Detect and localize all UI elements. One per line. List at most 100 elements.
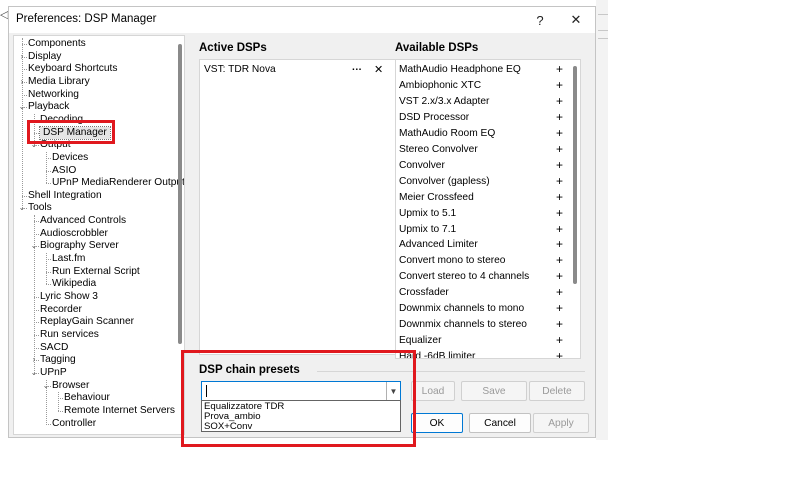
tree-item-label: DSP Manager — [39, 125, 111, 140]
add-icon[interactable]: + — [556, 285, 563, 299]
chevron-down-icon[interactable]: ⌄ — [30, 240, 38, 252]
save-button[interactable]: Save — [461, 381, 527, 401]
tree-item-label: Advanced Controls — [40, 215, 127, 227]
tree-connector — [46, 423, 51, 425]
add-icon[interactable]: + — [556, 190, 563, 204]
tree-connector — [34, 215, 35, 373]
preferences-dialog: Preferences: DSP Manager ? ✕ Components ›… — [8, 6, 596, 438]
tree-item-label: Last.fm — [52, 253, 86, 265]
available-dsp-item[interactable]: Downmix channels to stereo + — [396, 317, 568, 333]
tree-connector — [58, 410, 63, 412]
add-icon[interactable]: + — [556, 237, 563, 251]
available-dsp-item[interactable]: Hard -6dB limiter + — [396, 349, 568, 359]
help-button[interactable]: ? — [521, 7, 559, 33]
chevron-right-icon[interactable]: › — [18, 51, 26, 63]
available-dsps-list[interactable]: MathAudio Headphone EQ + Ambiophonic XTC + V… — [395, 59, 581, 359]
tree-item-label: ASIO — [52, 164, 77, 176]
active-dsps-list[interactable]: VST: TDR Nova ... ✕ — [199, 59, 397, 355]
preset-combo[interactable]: ▼ — [201, 381, 401, 401]
available-dsp-item[interactable]: DSD Processor + — [396, 110, 568, 126]
add-icon[interactable]: + — [556, 110, 563, 124]
tree-scrollbar[interactable] — [178, 44, 182, 344]
window-title: Preferences: DSP Manager — [16, 13, 157, 25]
tree-item-label: Networking — [28, 88, 79, 100]
chevron-down-icon[interactable]: ⌄ — [30, 139, 38, 151]
tree-item-label: Controller — [52, 417, 97, 429]
tree-connector — [22, 38, 23, 209]
available-dsp-item[interactable]: Upmix to 7.1 + — [396, 222, 568, 238]
chevron-down-icon[interactable]: ⌄ — [18, 202, 26, 214]
preferences-tree[interactable]: Components › Display Keyboard Shortcuts › Med… — [13, 35, 185, 435]
dsp-chain-presets-header: DSP chain presets — [199, 364, 300, 376]
tree-item-label: Decoding — [40, 113, 84, 125]
add-icon[interactable]: + — [556, 62, 563, 76]
add-icon[interactable]: + — [556, 158, 563, 172]
active-dsp-item[interactable]: VST: TDR Nova ... ✕ — [200, 62, 396, 78]
tree-connector — [46, 284, 51, 286]
available-dsp-name: Meier Crossfeed — [399, 191, 474, 203]
cancel-button[interactable]: Cancel — [469, 413, 531, 433]
available-dsp-name: Advanced Limiter — [399, 239, 478, 251]
add-icon[interactable]: + — [556, 94, 563, 108]
available-dsp-item[interactable]: Downmix channels to mono + — [396, 301, 568, 317]
available-dsp-item[interactable]: VST 2.x/3.x Adapter + — [396, 94, 568, 110]
available-dsp-item[interactable]: Meier Crossfeed + — [396, 190, 568, 206]
ok-button[interactable]: OK — [411, 413, 463, 433]
add-icon[interactable]: + — [556, 333, 563, 347]
load-button[interactable]: Load — [411, 381, 455, 401]
available-scrollbar[interactable] — [573, 66, 577, 284]
available-dsp-name: Equalizer — [399, 335, 442, 347]
available-dsp-item[interactable]: Upmix to 5.1 + — [396, 206, 568, 222]
tree-item-label: Audioscrobbler — [40, 227, 108, 239]
presets-divider — [317, 371, 585, 372]
available-dsp-item[interactable]: Equalizer + — [396, 333, 568, 349]
remove-icon[interactable]: ✕ — [374, 63, 383, 76]
available-dsp-item[interactable]: Advanced Limiter + — [396, 237, 568, 253]
add-icon[interactable]: + — [556, 349, 563, 358]
close-button[interactable]: ✕ — [557, 7, 595, 33]
available-dsp-item[interactable]: Convert stereo to 4 channels + — [396, 269, 568, 285]
add-icon[interactable]: + — [556, 301, 563, 315]
tree-item-label: Keyboard Shortcuts — [28, 63, 118, 75]
available-dsp-name: MathAudio Headphone EQ — [399, 64, 521, 75]
add-icon[interactable]: + — [556, 142, 563, 156]
add-icon[interactable]: + — [556, 78, 563, 92]
add-icon[interactable]: + — [556, 222, 563, 236]
add-icon[interactable]: + — [556, 253, 563, 267]
preset-option[interactable]: SOX+Conv — [204, 422, 252, 432]
available-dsp-name: VST 2.x/3.x Adapter — [399, 95, 490, 107]
available-dsps-header: Available DSPs — [395, 42, 479, 54]
available-dsp-item[interactable]: Stereo Convolver + — [396, 142, 568, 158]
chevron-right-icon[interactable]: › — [30, 354, 38, 366]
available-dsp-item[interactable]: Ambiophonic XTC + — [396, 78, 568, 94]
delete-button[interactable]: Delete — [529, 381, 585, 401]
available-dsp-name: Hard -6dB limiter — [399, 351, 476, 359]
apply-button[interactable]: Apply — [533, 413, 589, 433]
tree-item-label: Biography Server — [40, 240, 119, 252]
more-options-icon[interactable]: ... — [352, 62, 362, 73]
chevron-down-icon[interactable]: ⌄ — [30, 367, 38, 379]
available-dsp-name: Upmix to 5.1 — [399, 207, 457, 219]
add-icon[interactable]: + — [556, 126, 563, 140]
add-icon[interactable]: + — [556, 317, 563, 331]
available-dsp-item[interactable]: Crossfader + — [396, 285, 568, 301]
active-dsp-name: VST: TDR Nova — [204, 64, 276, 75]
available-dsp-item[interactable]: MathAudio Headphone EQ + — [396, 62, 568, 78]
add-icon[interactable]: + — [556, 206, 563, 220]
chevron-down-icon[interactable]: ⌄ — [18, 101, 26, 113]
tree-connector — [46, 253, 47, 285]
add-icon[interactable]: + — [556, 174, 563, 188]
tree-item-label: Tools — [28, 202, 52, 214]
available-dsp-item[interactable]: Convert mono to stereo + — [396, 253, 568, 269]
available-dsp-item[interactable]: Convolver (gapless) + — [396, 174, 568, 190]
available-dsp-item[interactable]: Convolver + — [396, 158, 568, 174]
tree-connector — [58, 392, 59, 411]
chevron-right-icon[interactable]: › — [18, 76, 26, 88]
tree-item-label: Browser — [52, 379, 90, 391]
available-dsp-name: MathAudio Room EQ — [399, 127, 496, 139]
chevron-down-icon[interactable]: ⌄ — [42, 380, 50, 392]
chevron-down-icon[interactable]: ▼ — [386, 382, 400, 400]
add-icon[interactable]: + — [556, 269, 563, 283]
available-dsp-item[interactable]: MathAudio Room EQ + — [396, 126, 568, 142]
tree-item-label: Tagging — [40, 354, 76, 366]
